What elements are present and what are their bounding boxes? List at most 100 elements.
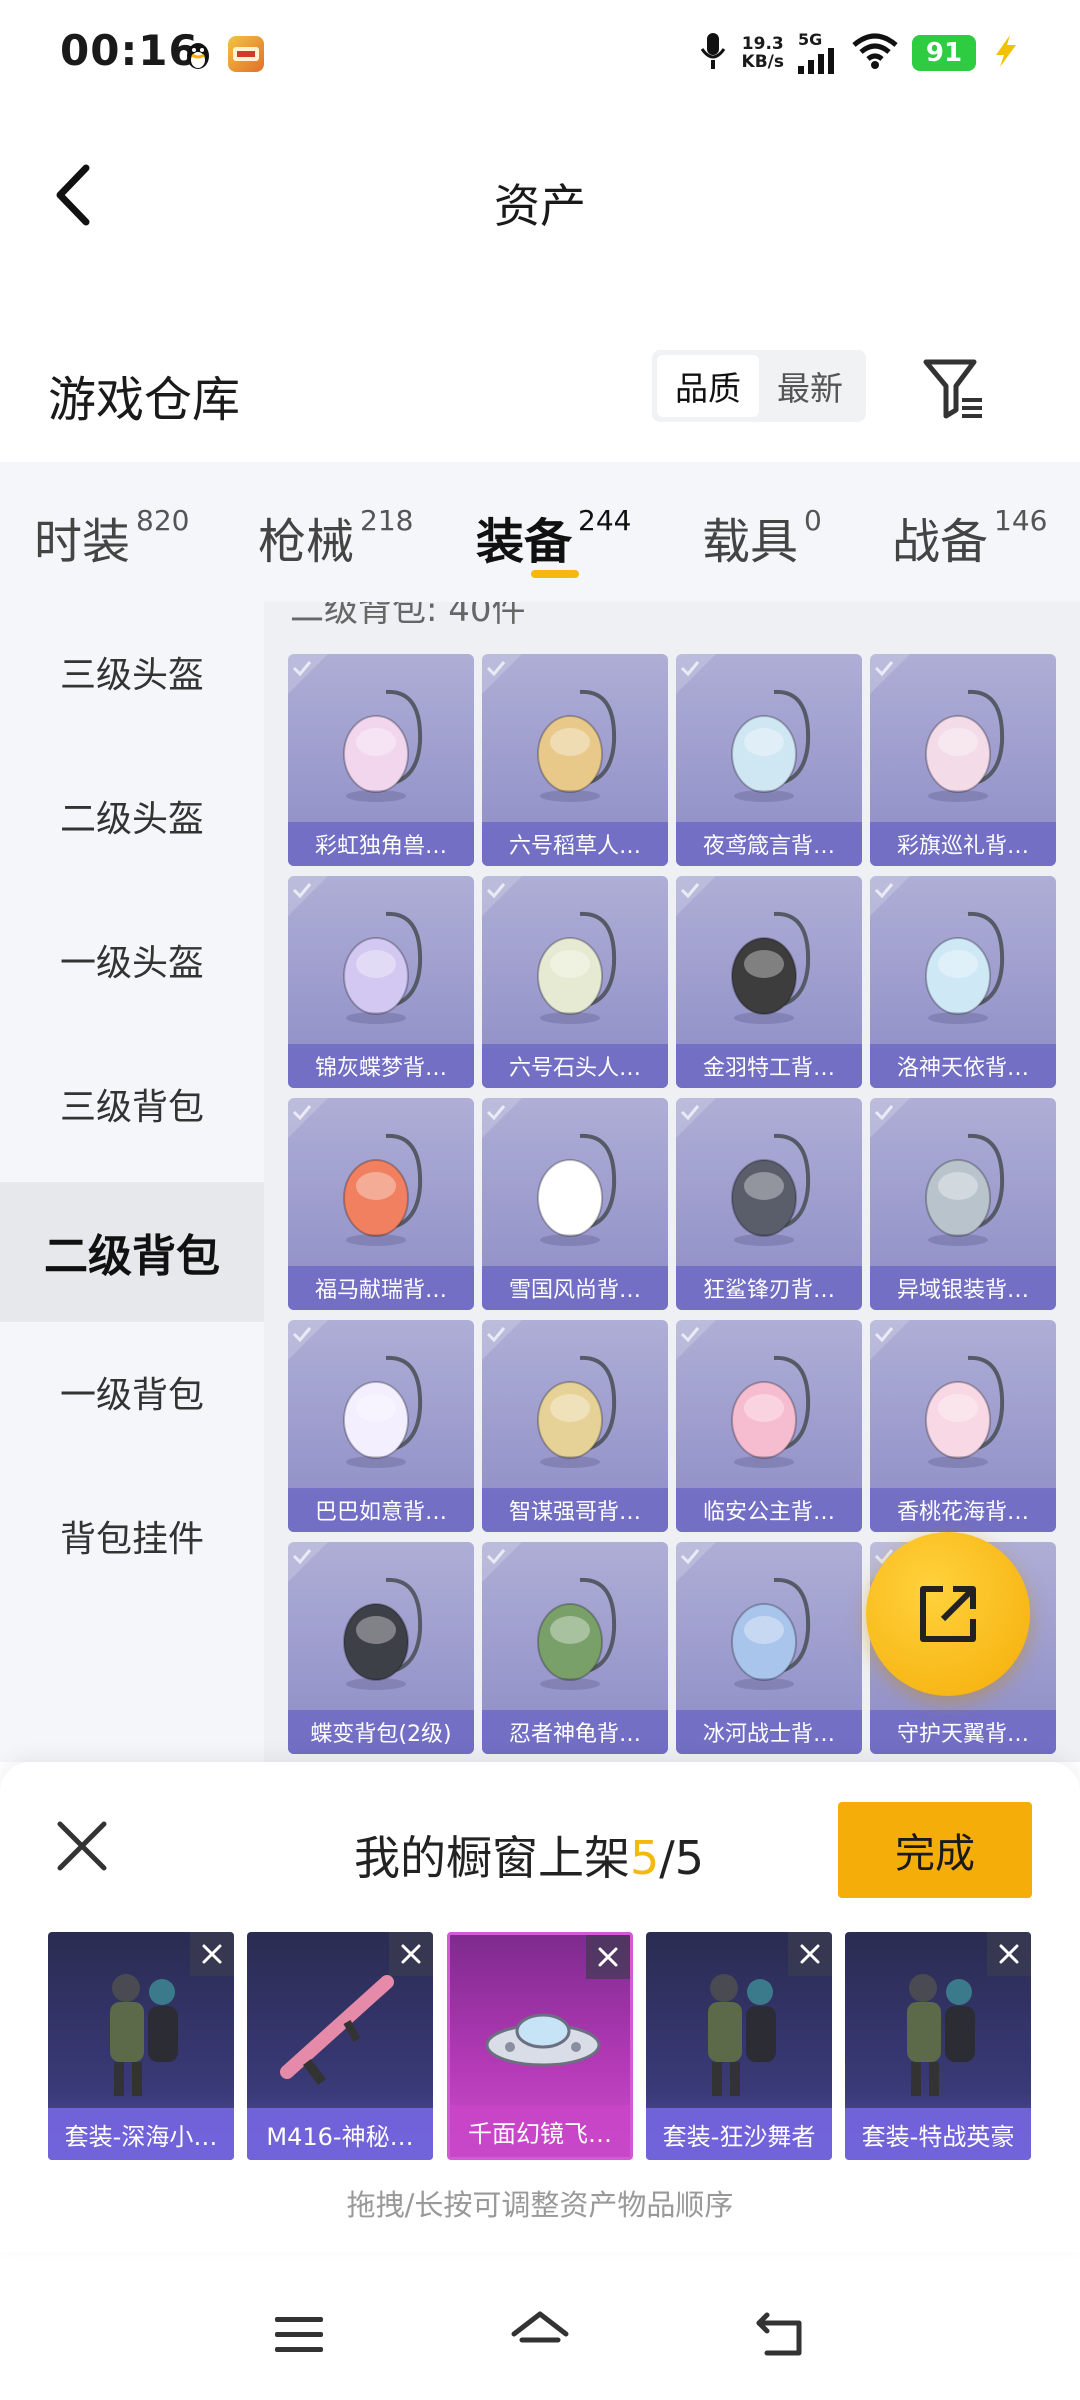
signal-bars-icon	[798, 48, 834, 74]
item-name: 夜鸢箴言背…	[676, 822, 862, 866]
check-icon	[870, 1098, 910, 1138]
tianyi-backpack-icon	[925, 911, 1005, 1024]
qq-icon	[180, 36, 216, 72]
sidebar-item-level2-backpack[interactable]: 二级背包	[0, 1182, 264, 1322]
sand-dancer-suit-icon	[708, 1974, 776, 2096]
tab-count: 0	[804, 504, 822, 537]
sidebar-item-level2-helmet[interactable]: 二级头盔	[0, 746, 264, 886]
assets-page: 00:16 19.3 KB/s 5G 91 资产 游戏仓库 品质 最新 时装 8…	[0, 0, 1080, 2400]
tab-gear[interactable]: 战备 146	[892, 502, 1047, 572]
sidebar-item-level1-backpack[interactable]: 一级背包	[0, 1322, 264, 1462]
system-navigation-bar	[0, 2270, 1080, 2400]
item-name: 锦灰蝶梦背…	[288, 1044, 474, 1088]
done-button[interactable]: 完成	[838, 1802, 1032, 1898]
backpack-item-card[interactable]: 福马献瑞背…	[288, 1098, 474, 1310]
sidebar-item-level1-helmet[interactable]: 一级头盔	[0, 890, 264, 1030]
backpack-item-card[interactable]: 金羽特工背…	[676, 876, 862, 1088]
tab-count: 244	[578, 504, 632, 537]
sort-by-quality[interactable]: 品质	[657, 355, 759, 417]
showcase-item-card[interactable]: 千面幻镜飞…	[447, 1932, 633, 2160]
check-icon	[676, 1542, 716, 1582]
princess-backpack-icon	[731, 1355, 811, 1468]
home-button[interactable]	[505, 2300, 575, 2370]
page-title: 资产	[494, 179, 586, 233]
sidebar-item-level3-helmet[interactable]: 三级头盔	[0, 602, 264, 742]
check-icon	[288, 1320, 328, 1360]
net-speed-unit: KB/s	[741, 52, 784, 72]
game-app-icon	[228, 36, 264, 72]
check-icon	[288, 1542, 328, 1582]
tab-count: 218	[360, 504, 414, 537]
item-name: 六号石头人…	[482, 1044, 668, 1088]
showcase-item-card[interactable]: 套装-狂沙舞者	[646, 1932, 832, 2160]
warehouse-title: 游戏仓库	[48, 372, 241, 428]
glacier-backpack-icon	[731, 1577, 811, 1690]
sort-by-newest[interactable]: 最新	[759, 355, 861, 417]
backpack-item-card[interactable]: 忍者神龟背…	[482, 1542, 668, 1754]
flag-backpack-icon	[925, 689, 1005, 802]
backpack-item-card[interactable]: 锦灰蝶梦背…	[288, 876, 474, 1088]
backpack-item-card[interactable]: 临安公主背…	[676, 1320, 862, 1532]
backpack-item-card[interactable]: 智谋强哥背…	[482, 1320, 668, 1532]
tab-equipment[interactable]: 装备 244	[476, 502, 631, 572]
showcase-item-name: 套装-狂沙舞者	[646, 2108, 832, 2160]
silver-backpack-icon	[925, 1133, 1005, 1246]
backpack-item-card[interactable]: 六号石头人…	[482, 876, 668, 1088]
showcase-title-text: 我的橱窗上架	[354, 1831, 630, 1885]
item-name: 巴巴如意背…	[288, 1488, 474, 1532]
showcase-item-card[interactable]: 套装-深海小…	[48, 1932, 234, 2160]
filter-button[interactable]	[918, 352, 990, 424]
sort-toggle: 品质 最新	[652, 350, 866, 422]
backpack-item-card[interactable]: 雪国风尚背…	[482, 1098, 668, 1310]
backpack-item-card[interactable]: 狂鲨锋刃背…	[676, 1098, 862, 1310]
check-icon	[288, 876, 328, 916]
sidebar-item-backpack-charm[interactable]: 背包挂件	[0, 1466, 264, 1606]
item-name: 雪国风尚背…	[482, 1266, 668, 1310]
check-icon	[676, 876, 716, 916]
tab-count: 146	[994, 504, 1048, 537]
cellular-signal: 5G	[798, 32, 838, 74]
backpack-item-card[interactable]: 蝶变背包(2级)	[288, 1542, 474, 1754]
home-icon	[511, 2311, 569, 2343]
backpack-item-card[interactable]: 巴巴如意背…	[288, 1320, 474, 1532]
back-nav-button[interactable]	[746, 2300, 816, 2370]
backpack-item-card[interactable]: 冰河战士背…	[676, 1542, 862, 1754]
showcase-item-card[interactable]: 套装-特战英豪	[845, 1932, 1031, 2160]
tab-label: 枪械	[258, 514, 355, 570]
showcase-item-card[interactable]: M416-神秘…	[247, 1932, 433, 2160]
menu-button[interactable]	[264, 2300, 334, 2370]
kite-backpack-icon	[731, 689, 811, 802]
showcase-sheet: 我的橱窗上架5/5 完成 套装-深海小… M416-神秘… 千面幻镜飞… 套装-狂沙舞…	[0, 1762, 1080, 2252]
item-name: 临安公主背…	[676, 1488, 862, 1532]
share-button[interactable]	[866, 1532, 1030, 1696]
tab-fashion[interactable]: 时装 820	[34, 502, 189, 572]
close-icon	[57, 1821, 107, 1871]
sidebar-item-level3-backpack[interactable]: 三级背包	[0, 1034, 264, 1174]
showcase-count: 5	[630, 1831, 660, 1885]
microphone-icon	[698, 31, 728, 75]
check-icon	[288, 1098, 328, 1138]
backpack-item-card[interactable]: 夜鸢箴言背…	[676, 654, 862, 866]
backpack-item-card[interactable]: 洛神天依背…	[870, 876, 1056, 1088]
backpack-item-card[interactable]: 香桃花海背…	[870, 1320, 1056, 1532]
check-icon	[482, 1098, 522, 1138]
net-speed: 19.3 KB/s	[742, 35, 784, 71]
net-speed-value: 19.3	[741, 34, 784, 54]
backpack-item-card[interactable]: 彩旗巡礼背…	[870, 654, 1056, 866]
tab-firearms[interactable]: 枪械 218	[258, 502, 413, 572]
active-tab-indicator	[531, 570, 579, 578]
backpack-item-card[interactable]: 六号稻草人…	[482, 654, 668, 866]
backpack-item-card[interactable]: 异域银装背…	[870, 1098, 1056, 1310]
reorder-hint: 拖拽/长按可调整资产物品顺序	[346, 2188, 734, 2222]
category-tabs: 时装 820 枪械 218 装备 244 载具 0 战备 146	[0, 462, 1080, 602]
check-icon	[870, 1320, 910, 1360]
unicorn-backpack-icon	[343, 689, 423, 802]
menu-icon	[275, 2317, 323, 2352]
grid-caption: 二级背包: 40件	[290, 602, 526, 630]
backpack-item-card[interactable]: 彩虹独角兽…	[288, 654, 474, 866]
close-button[interactable]	[50, 1814, 114, 1878]
peach-backpack-icon	[925, 1355, 1005, 1468]
tab-vehicles[interactable]: 载具 0	[702, 502, 822, 572]
turtle-backpack-icon	[537, 1577, 617, 1690]
ufo-icon	[485, 2013, 601, 2067]
